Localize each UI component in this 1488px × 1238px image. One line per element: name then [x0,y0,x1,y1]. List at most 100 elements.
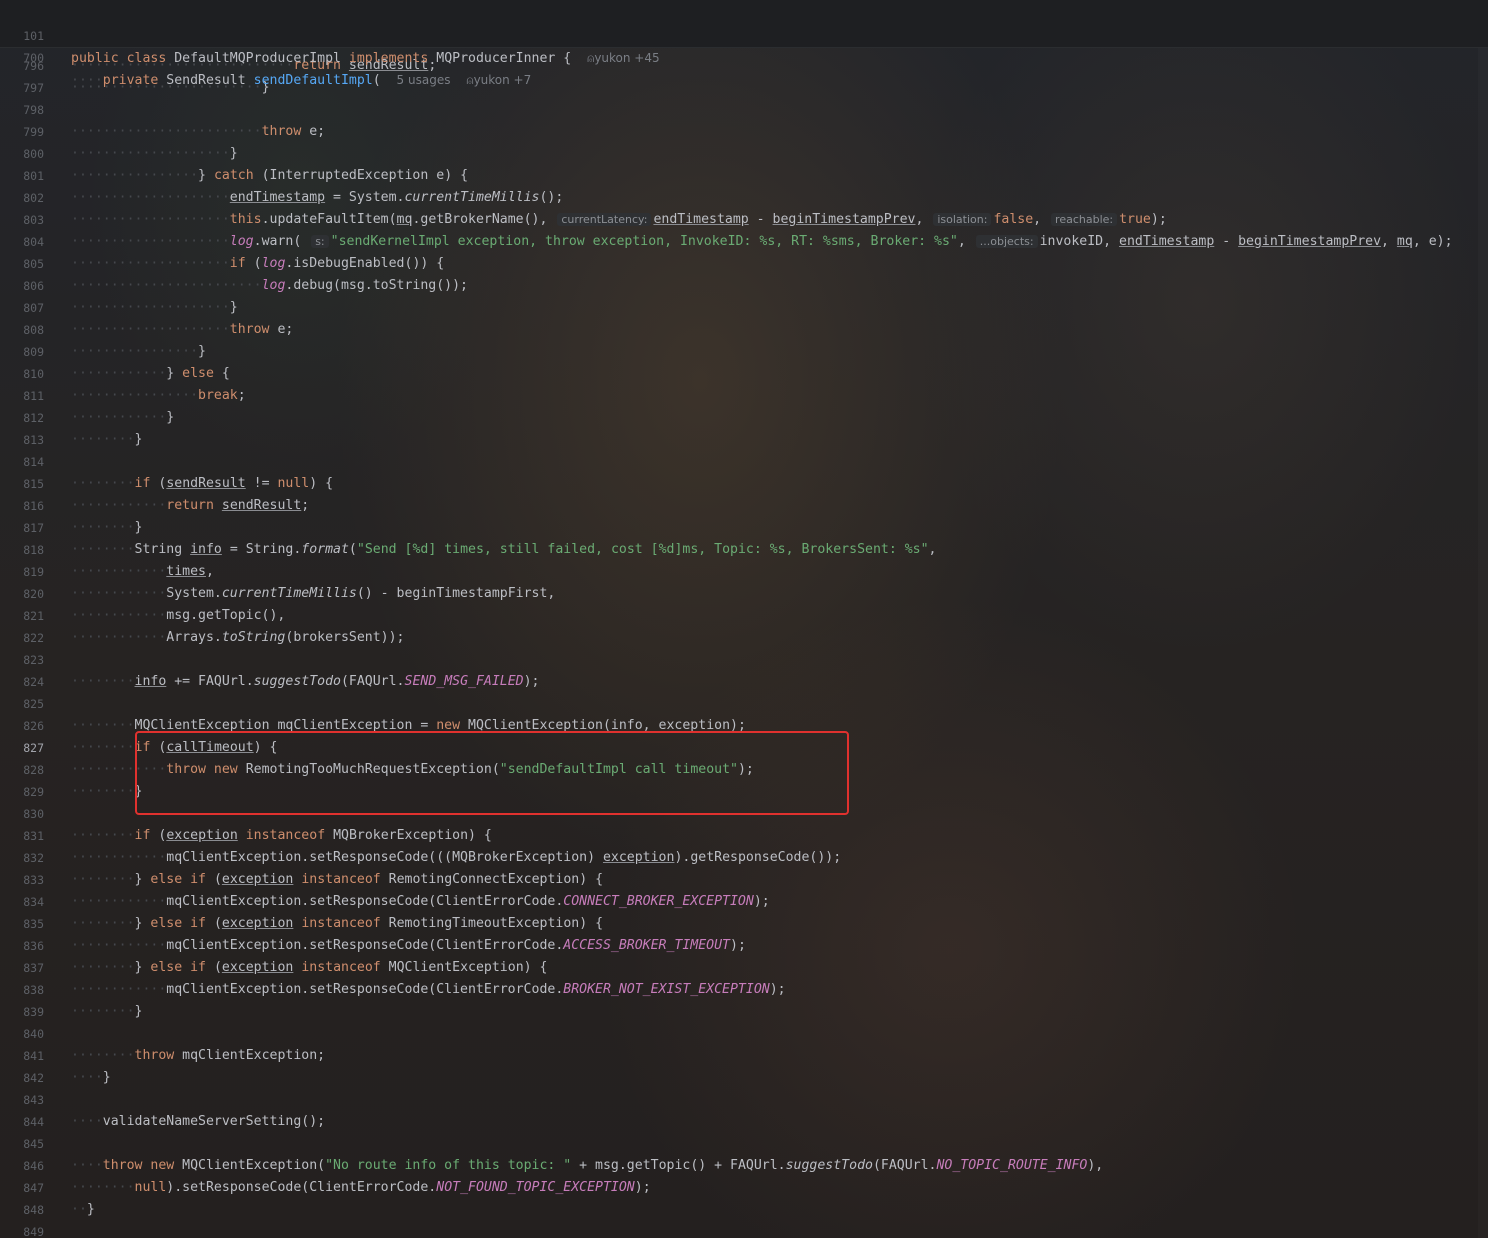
code-line[interactable]: 836 ············mqClientException.setResp… [0,935,1488,957]
line-number[interactable]: 847 [0,1177,44,1199]
code-line[interactable]: 849 [0,1221,1488,1238]
line-number[interactable]: 829 [0,781,44,803]
line-number[interactable]: 838 [0,979,44,1001]
code-line[interactable]: 846 ····throw new MQClientException("No r… [0,1155,1488,1177]
usages-label[interactable]: 5 usages [397,73,451,87]
line-number[interactable]: 843 [0,1089,44,1111]
line-number[interactable]: 814 [0,451,44,473]
code-line[interactable]: 824 ········info += FAQUrl.suggestTodo(FA… [0,671,1488,693]
code-line[interactable]: 798 [0,99,1488,121]
line-number[interactable]: 813 [0,429,44,451]
code-line[interactable]: 817 ········} [0,517,1488,539]
code-line[interactable]: 835 ········} else if (exception instance… [0,913,1488,935]
code-editor[interactable]: 101 public class DefaultMQProducerImpl i… [0,0,1488,1238]
code-line[interactable]: 799 ························throw e; [0,121,1488,143]
code-line[interactable]: 834 ············mqClientException.setResp… [0,891,1488,913]
code-line[interactable]: 821 ············msg.getTopic(), [0,605,1488,627]
line-number[interactable]: 837 [0,957,44,979]
line-number[interactable]: 804 [0,231,44,253]
line-number[interactable]: 827 [0,737,44,759]
code-line[interactable]: 807 ····················} [0,297,1488,319]
line-number[interactable]: 841 [0,1045,44,1067]
line-number[interactable]: 816 [0,495,44,517]
line-number[interactable]: 832 [0,847,44,869]
code-line[interactable]: 800 ····················} [0,143,1488,165]
sticky-line-method[interactable]: 700 ····private SendResult sendDefaultIm… [0,25,531,88]
code-line[interactable]: 832 ············mqClientException.setResp… [0,847,1488,869]
code-line[interactable]: 840 [0,1023,1488,1045]
code-line[interactable]: 820 ············System.currentTimeMillis(… [0,583,1488,605]
code-line[interactable]: 811 ················break; [0,385,1488,407]
code-line[interactable]: 822 ············Arrays.toString(brokersSe… [0,627,1488,649]
line-number[interactable]: 831 [0,825,44,847]
code-line[interactable]: 819 ············times, [0,561,1488,583]
line-number[interactable]: 817 [0,517,44,539]
line-number[interactable]: 849 [0,1221,44,1238]
line-number[interactable]: 833 [0,869,44,891]
line-number[interactable]: 815 [0,473,44,495]
line-number[interactable]: 845 [0,1133,44,1155]
code-line[interactable]: 812 ············} [0,407,1488,429]
line-number[interactable]: 812 [0,407,44,429]
line-number[interactable]: 821 [0,605,44,627]
code-line[interactable]: 823 [0,649,1488,671]
sticky-line-class[interactable]: 101 public class DefaultMQProducerImpl i… [0,3,659,66]
code-line[interactable]: 805 ····················if (log.isDebugEn… [0,253,1488,275]
code-line[interactable]: 810 ············} else { [0,363,1488,385]
line-number[interactable]: 834 [0,891,44,913]
line-number[interactable]: 848 [0,1199,44,1221]
line-number[interactable]: 803 [0,209,44,231]
line-number[interactable]: 808 [0,319,44,341]
line-number[interactable]: 811 [0,385,44,407]
code-line[interactable]: 802 ····················endTimestamp = Sy… [0,187,1488,209]
code-line[interactable]: 815 ········if (sendResult != null) { [0,473,1488,495]
code-line[interactable]: 814 [0,451,1488,473]
line-number[interactable]: 828 [0,759,44,781]
line-number[interactable]: 799 [0,121,44,143]
line-number[interactable]: 830 [0,803,44,825]
code-line[interactable]: 845 [0,1133,1488,1155]
line-number[interactable]: 807 [0,297,44,319]
vertical-scrollbar[interactable] [1478,47,1488,1238]
line-number[interactable]: 846 [0,1155,44,1177]
code-line[interactable]: 808 ····················throw e; [0,319,1488,341]
sticky-scope-header[interactable]: 101 public class DefaultMQProducerImpl i… [0,0,1488,88]
code-line[interactable]: 847 ········null).setResponseCode(ClientE… [0,1177,1488,1199]
code-line[interactable]: 818 ········String info = String.format("… [0,539,1488,561]
line-number[interactable]: 835 [0,913,44,935]
line-number[interactable]: 823 [0,649,44,671]
line-number[interactable]: 809 [0,341,44,363]
line-number[interactable]: 800 [0,143,44,165]
code-line[interactable]: 843 [0,1089,1488,1111]
code-line[interactable]: 838 ············mqClientException.setResp… [0,979,1488,1001]
code-line[interactable]: 813 ········} [0,429,1488,451]
code-line[interactable]: 844 ····validateNameServerSetting(); [0,1111,1488,1133]
code-line[interactable]: 833 ········} else if (exception instance… [0,869,1488,891]
line-number[interactable]: 839 [0,1001,44,1023]
line-number[interactable]: 810 [0,363,44,385]
line-number[interactable]: 825 [0,693,44,715]
code-line[interactable]: 825 [0,693,1488,715]
code-line[interactable]: 842 ····} [0,1067,1488,1089]
line-number[interactable]: 824 [0,671,44,693]
line-number[interactable]: 826 [0,715,44,737]
code-line[interactable]: 804 ····················log.warn( s: "send… [0,231,1488,253]
code-line[interactable]: 839 ········} [0,1001,1488,1023]
code-line[interactable]: 806 ························log.debug(msg… [0,275,1488,297]
line-number[interactable]: 840 [0,1023,44,1045]
code-line[interactable]: 841 ········throw mqClientException; [0,1045,1488,1067]
code-line[interactable]: 803 ····················this.updateFaultI… [0,209,1488,231]
line-number[interactable]: 819 [0,561,44,583]
code-line[interactable]: 816 ············return sendResult; [0,495,1488,517]
line-number[interactable]: 844 [0,1111,44,1133]
line-number[interactable]: 801 [0,165,44,187]
line-number[interactable]: 818 [0,539,44,561]
line-number[interactable]: 805 [0,253,44,275]
line-number[interactable]: 820 [0,583,44,605]
code-line[interactable]: 809 ················} [0,341,1488,363]
code-line[interactable]: 837 ········} else if (exception instance… [0,957,1488,979]
code-line[interactable]: 831 ········if (exception instanceof MQBr… [0,825,1488,847]
line-number[interactable]: 836 [0,935,44,957]
line-number[interactable]: 802 [0,187,44,209]
code-line[interactable]: 848 ··} [0,1199,1488,1221]
